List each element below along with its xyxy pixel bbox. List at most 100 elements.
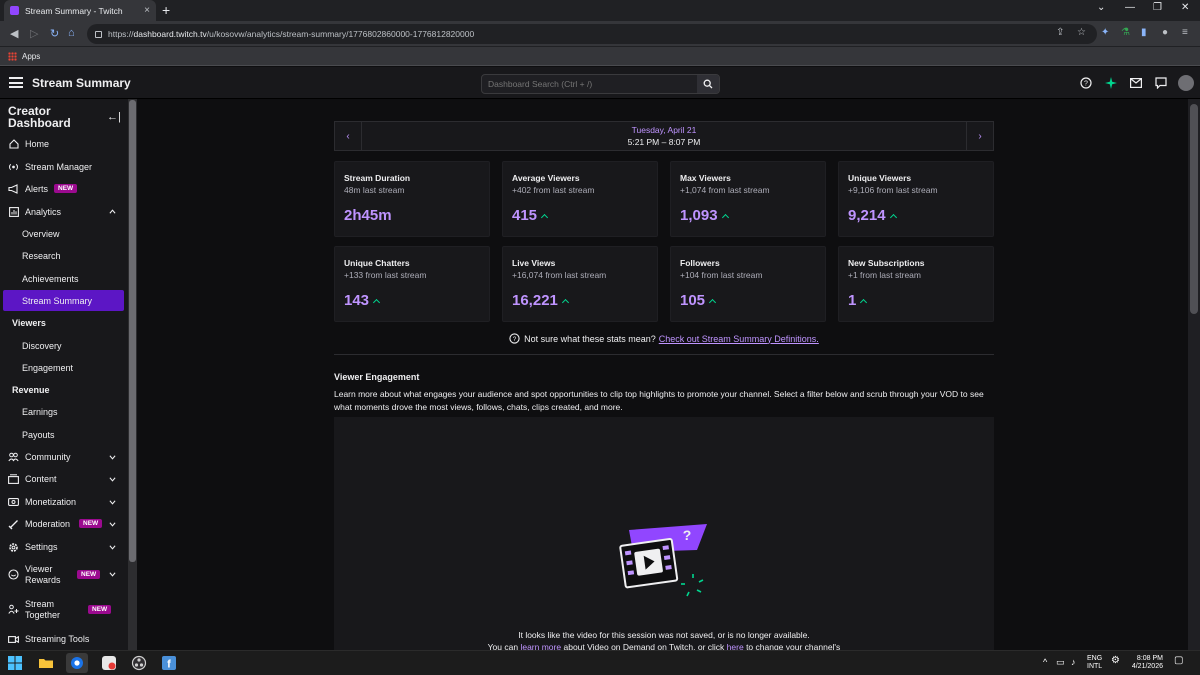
dashboard-search-input[interactable] bbox=[482, 79, 696, 89]
whispers-icon[interactable] bbox=[1154, 76, 1168, 90]
notification-icon[interactable]: ▢ bbox=[1174, 656, 1183, 666]
new-tab-button[interactable]: + bbox=[162, 2, 170, 18]
sidebar-item-content[interactable]: Content bbox=[0, 472, 128, 486]
stat-value-text: 143 bbox=[344, 292, 370, 309]
collapse-sidebar-icon[interactable]: ←| bbox=[107, 111, 121, 123]
extension-flask-icon[interactable]: ⚗ bbox=[1121, 27, 1130, 38]
sidebar-item-alerts[interactable]: Alerts NEW bbox=[0, 182, 128, 196]
file-explorer-icon[interactable] bbox=[38, 655, 54, 671]
camera-icon bbox=[8, 634, 19, 645]
browser-tab[interactable]: Stream Summary - Twitch × bbox=[4, 0, 156, 21]
forward-icon[interactable]: ▷ bbox=[30, 27, 38, 40]
sidebar-section-label: Revenue bbox=[12, 385, 50, 395]
new-badge: NEW bbox=[54, 184, 78, 193]
hamburger-menu-icon[interactable] bbox=[9, 77, 23, 88]
reload-icon[interactable]: ↻ bbox=[50, 27, 59, 40]
sidebar-item-achievements[interactable]: Achievements bbox=[0, 272, 128, 286]
stat-value: 105 bbox=[680, 292, 717, 309]
sidebar-scrollbar-thumb[interactable] bbox=[129, 100, 136, 562]
tray-overflow-icon[interactable]: ^ bbox=[1043, 658, 1047, 667]
menu-icon[interactable]: ≡ bbox=[1182, 27, 1188, 38]
app-f-icon[interactable]: f bbox=[161, 655, 177, 671]
stat-value: 9,214 bbox=[848, 207, 897, 224]
home-icon[interactable]: ⌂ bbox=[68, 27, 75, 39]
input-language[interactable]: ENG INTL bbox=[1087, 655, 1102, 671]
chrome-taskbar-button[interactable] bbox=[66, 653, 88, 673]
sidebar-item-streaming-tools[interactable]: Streaming Tools bbox=[0, 632, 128, 646]
stat-delta: +9,106 from last stream bbox=[848, 185, 938, 195]
app-icon[interactable] bbox=[101, 655, 117, 671]
sidebar-item-stream-manager[interactable]: Stream Manager bbox=[0, 160, 128, 174]
svg-text:?: ? bbox=[513, 336, 517, 343]
stat-value: 1,093 bbox=[680, 207, 729, 224]
sidebar-item-label: Home bbox=[25, 139, 50, 149]
extensions-icon[interactable]: ✦ bbox=[1101, 27, 1109, 38]
windows-start-icon[interactable] bbox=[7, 655, 23, 671]
stat-value: 415 bbox=[512, 207, 549, 224]
sidebar-item-discovery[interactable]: Discovery bbox=[0, 339, 128, 353]
sidebar-item-stream-summary[interactable]: Stream Summary bbox=[0, 294, 128, 308]
search-button[interactable] bbox=[697, 75, 719, 93]
page-title: Stream Summary bbox=[32, 76, 131, 90]
sidebar-item-earnings[interactable]: Earnings bbox=[0, 405, 128, 419]
profile-icon[interactable]: ● bbox=[1162, 27, 1168, 38]
svg-text:?: ? bbox=[683, 527, 692, 543]
svg-text:?: ? bbox=[1084, 81, 1088, 88]
clock[interactable]: 8:08 PM 4/21/2026 bbox=[1131, 655, 1163, 671]
side-panel-icon[interactable]: ▮ bbox=[1141, 27, 1147, 38]
maximize-button[interactable]: ❐ bbox=[1153, 2, 1162, 13]
sidebar-item-payouts[interactable]: Payouts bbox=[0, 428, 128, 442]
stat-card-average-viewers: Average Viewers +402 from last stream 41… bbox=[502, 161, 658, 237]
lang-code: ENG bbox=[1087, 655, 1103, 662]
avatar[interactable] bbox=[1178, 75, 1194, 91]
tab-search-icon[interactable]: ⌄ bbox=[1097, 2, 1105, 13]
volume-icon[interactable]: ♪ bbox=[1071, 658, 1076, 667]
sidebar-item-stream-together[interactable]: Stream Together NEW bbox=[0, 598, 128, 622]
sidebar-item-viewer-rewards[interactable]: Viewer Rewards NEW bbox=[0, 563, 128, 587]
sidebar-item-settings[interactable]: Settings bbox=[0, 540, 128, 554]
display-icon[interactable]: ▭ bbox=[1056, 658, 1065, 667]
help-icon[interactable]: ? bbox=[1079, 76, 1093, 90]
sidebar-item-overview[interactable]: Overview bbox=[0, 227, 128, 241]
sidebar-item-monetization[interactable]: Monetization bbox=[0, 495, 128, 509]
definitions-link[interactable]: Check out Stream Summary Definitions. bbox=[659, 334, 819, 344]
page-scrollbar-thumb[interactable] bbox=[1190, 104, 1198, 314]
tab-close-icon[interactable]: × bbox=[144, 5, 150, 16]
stream-date: Tuesday, April 21 bbox=[631, 125, 697, 135]
sparkle-icon[interactable] bbox=[1104, 76, 1118, 90]
new-badge: NEW bbox=[88, 605, 112, 614]
back-icon[interactable]: ◀ bbox=[10, 27, 18, 40]
share-icon[interactable]: ⇪ bbox=[1056, 27, 1064, 38]
minimize-button[interactable]: — bbox=[1125, 2, 1135, 13]
close-window-button[interactable]: ✕ bbox=[1181, 2, 1189, 13]
sidebar-item-label: Viewer Rewards bbox=[25, 564, 61, 586]
lang-layout: INTL bbox=[1087, 663, 1103, 670]
sidebar-item-label: Overview bbox=[22, 229, 60, 239]
url-scheme: https:// bbox=[108, 29, 134, 39]
sidebar-item-label: Payouts bbox=[22, 430, 55, 440]
sidebar-section-revenue: Revenue bbox=[0, 383, 128, 397]
stream-together-icon bbox=[8, 604, 19, 615]
trend-up-icon bbox=[708, 298, 717, 306]
address-bar[interactable]: https:// dashboard.twitch.tv /u/kosovw/a… bbox=[87, 24, 1097, 44]
stat-value-text: 1,093 bbox=[680, 207, 718, 224]
sidebar-item-research[interactable]: Research bbox=[0, 249, 128, 263]
stat-title: Max Viewers bbox=[680, 173, 731, 183]
settings-gear-icon[interactable]: ⚙ bbox=[1111, 656, 1120, 666]
dashboard-top-nav: Stream Summary ? bbox=[0, 67, 1200, 99]
new-badge: NEW bbox=[79, 519, 103, 528]
sidebar-item-home[interactable]: Home bbox=[0, 137, 128, 151]
inbox-icon[interactable] bbox=[1129, 76, 1143, 90]
sidebar-item-analytics[interactable]: Analytics bbox=[0, 205, 128, 219]
next-stream-button[interactable]: › bbox=[966, 122, 993, 150]
bookmark-star-icon[interactable]: ☆ bbox=[1077, 27, 1086, 38]
sidebar-item-label: Earnings bbox=[22, 407, 58, 417]
sidebar-item-community[interactable]: Community bbox=[0, 450, 128, 464]
bookmark-apps[interactable]: Apps bbox=[22, 52, 40, 61]
obs-icon[interactable] bbox=[131, 655, 147, 671]
dashboard-search bbox=[481, 74, 720, 94]
sidebar-item-engagement[interactable]: Engagement bbox=[0, 361, 128, 375]
sidebar-item-moderation[interactable]: Moderation NEW bbox=[0, 517, 128, 531]
chevron-down-icon bbox=[109, 572, 116, 577]
video-unavailable-illustration: ? bbox=[619, 524, 707, 597]
